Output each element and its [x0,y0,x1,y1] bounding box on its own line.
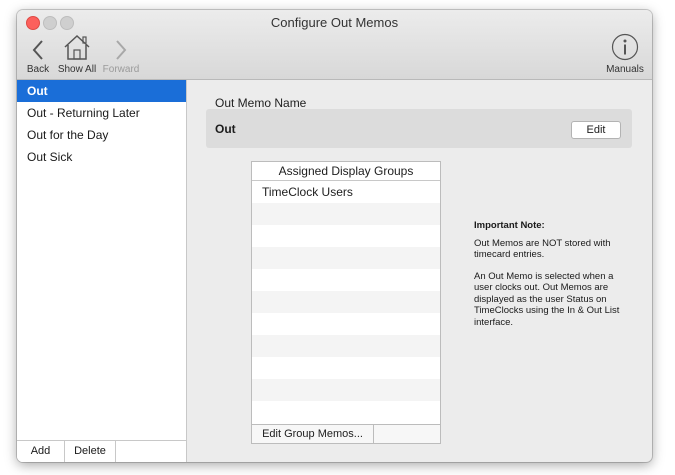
empty-row [252,379,440,401]
forward-label: Forward [102,64,140,75]
edit-button[interactable]: Edit [571,121,621,139]
empty-row [252,247,440,269]
memo-list-sidebar: Out Out - Returning Later Out for the Da… [17,80,187,462]
groups-footer: Edit Group Memos... [252,424,440,443]
back-label: Back [26,64,50,75]
list-item[interactable]: Out - Returning Later [17,102,186,124]
chevron-right-icon [101,33,141,61]
groups-rows: TimeClock Users [252,181,440,423]
window: Configure Out Memos Back Show All Forwar… [17,10,652,462]
empty-row [252,269,440,291]
titlebar: Configure Out Memos Back Show All Forwar… [17,10,652,80]
edit-group-memos-button[interactable]: Edit Group Memos... [252,425,374,443]
delete-button[interactable]: Delete [65,441,116,462]
assigned-groups-table: Assigned Display Groups TimeClock Users … [251,161,441,444]
memo-name-value: Out [215,122,236,136]
empty-row [252,203,440,225]
empty-row [252,357,440,379]
manuals-label: Manuals [606,64,644,75]
note-paragraph-2: An Out Memo is selected when a user cloc… [474,270,620,328]
memo-name-box: Out Edit [206,109,632,148]
empty-row [252,401,440,423]
back-button[interactable]: Back [25,33,51,75]
empty-row [252,313,440,335]
info-icon [605,33,645,61]
list-item[interactable]: Out [17,80,186,102]
groups-header: Assigned Display Groups [252,162,440,181]
window-title: Configure Out Memos [270,15,399,30]
sidebar-footer: Add Delete [17,440,186,462]
empty-row [252,335,440,357]
empty-row [252,225,440,247]
note-title: Important Note: [474,220,545,231]
manuals-button[interactable]: Manuals [605,33,645,75]
add-button[interactable]: Add [17,441,65,462]
show-all-label: Show All [57,64,97,75]
list-item[interactable]: Out Sick [17,146,186,168]
memo-name-label: Out Memo Name [215,96,307,110]
home-icon [55,33,99,61]
chevron-left-icon [25,33,51,61]
important-note: Important Note: Out Memos are NOT stored… [474,220,634,338]
show-all-button[interactable]: Show All [55,33,99,75]
note-paragraph-1: Out Memos are NOT stored with timecard e… [474,237,611,261]
table-row[interactable]: TimeClock Users [252,181,440,203]
list-item[interactable]: Out for the Day [17,124,186,146]
forward-button[interactable]: Forward [101,33,141,75]
detail-pane: Out Memo Name Out Edit Assigned Display … [187,80,652,462]
empty-row [252,291,440,313]
